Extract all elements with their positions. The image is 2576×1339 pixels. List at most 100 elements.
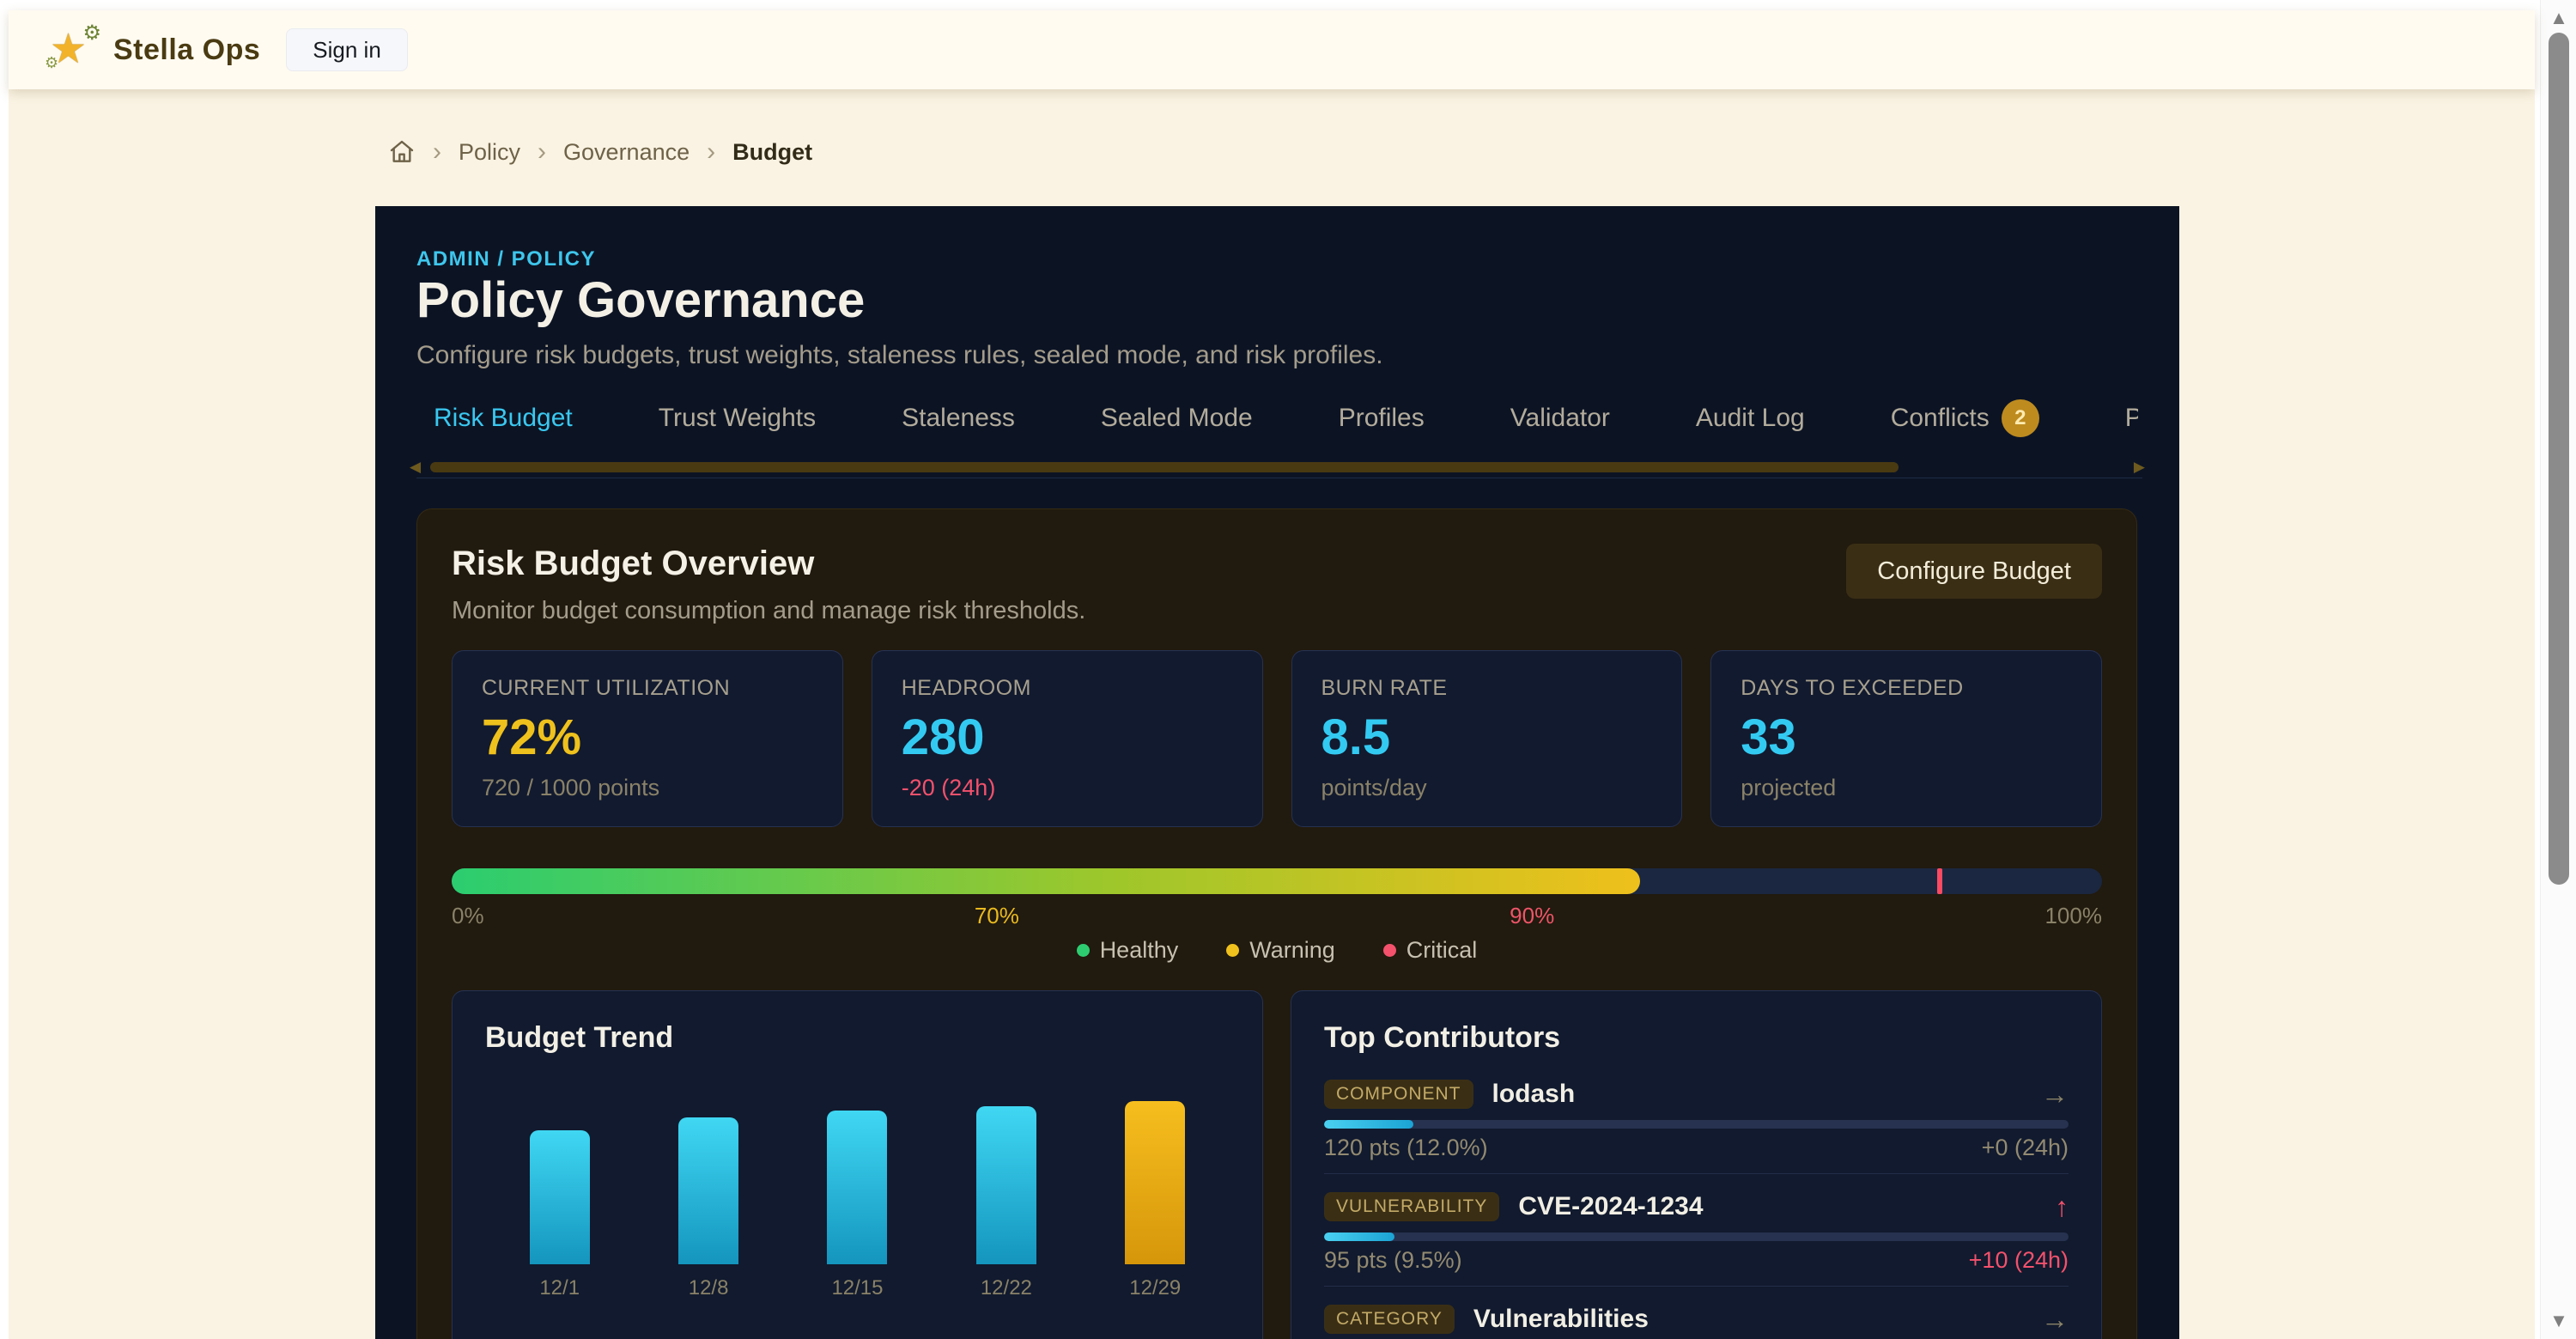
list-item-cve: VULNERABILITY CVE-2024-1234 ↑ 95 pts (9.… xyxy=(1324,1191,2069,1287)
gauge-tick-labels: 0% 70% 90% 100% xyxy=(452,903,2102,929)
legend-label: Warning xyxy=(1249,937,1335,964)
trend-bar xyxy=(530,1130,590,1264)
brand-logo[interactable]: ★ ⚙ ⚙ Stella Ops xyxy=(50,26,260,74)
contribution-bar-fill xyxy=(1324,1232,1394,1241)
stat-value: 8.5 xyxy=(1321,711,1653,764)
stat-sub: 720 / 1000 points xyxy=(482,773,813,802)
gauge-fill xyxy=(452,868,1640,894)
x-label: 12/1 xyxy=(521,1276,598,1300)
scroll-left-arrow-icon[interactable]: ◀ xyxy=(410,460,421,474)
tab-validator[interactable]: Validator xyxy=(1493,390,1627,447)
conflicts-count-badge: 2 xyxy=(2002,399,2039,437)
scrollbar-thumb[interactable] xyxy=(2549,33,2569,885)
stat-sub: -20 (24h) xyxy=(902,773,1233,802)
star-mascot-icon: ★ ⚙ ⚙ xyxy=(50,26,98,74)
tab-label: Audit Log xyxy=(1696,404,1805,433)
tab-sealed-mode[interactable]: Sealed Mode xyxy=(1084,390,1270,447)
breadcrumb-policy[interactable]: Policy xyxy=(459,139,520,166)
chevron-right-icon: › xyxy=(538,137,546,167)
stat-label: DAYS TO EXCEEDED xyxy=(1741,675,2072,701)
tab-profiles[interactable]: Profiles xyxy=(1321,390,1442,447)
scroll-down-arrow-icon[interactable]: ▼ xyxy=(2541,1310,2576,1332)
legend-label: Critical xyxy=(1406,937,1478,964)
stat-label: BURN RATE xyxy=(1321,675,1653,701)
trend-arrow-icon[interactable]: → xyxy=(2041,1304,2069,1336)
trend-bar xyxy=(1125,1101,1185,1264)
tab-conflicts[interactable]: Conflicts 2 xyxy=(1874,390,2057,447)
tab-label: Sealed Mode xyxy=(1101,404,1253,433)
home-icon[interactable] xyxy=(388,138,416,166)
stat-value: 33 xyxy=(1741,711,2072,764)
healthy-dot-icon xyxy=(1077,944,1090,957)
x-label: 12/15 xyxy=(818,1276,896,1300)
x-label: 12/29 xyxy=(1116,1276,1194,1300)
stat-value: 72% xyxy=(482,711,813,764)
contributor-name: CVE-2024-1234 xyxy=(1518,1192,1703,1221)
tab-bar: Risk Budget Trust Weights Staleness Seal… xyxy=(416,390,2138,447)
page-subtitle: Configure risk budgets, trust weights, s… xyxy=(416,340,1383,371)
breadcrumb: › Policy › Governance › Budget xyxy=(388,137,812,167)
top-bar: ★ ⚙ ⚙ Stella Ops Sign in xyxy=(9,10,2535,89)
tab-scrollbar: ◀ ▶ xyxy=(410,460,2145,474)
overview-columns: Budget Trend 12/1 12/8 12/15 1 xyxy=(452,990,2102,1339)
tab-label: Pl xyxy=(2125,404,2138,433)
tab-risk-budget[interactable]: Risk Budget xyxy=(416,390,590,447)
overview-subtitle: Monitor budget consumption and manage ri… xyxy=(452,597,1085,625)
scroll-right-arrow-icon[interactable]: ▶ xyxy=(2134,460,2145,474)
divider xyxy=(1324,1173,2069,1174)
list-item-vulnerabilities-category: CATEGORY Vulnerabilities → xyxy=(1324,1304,2069,1335)
app-surface: ★ ⚙ ⚙ Stella Ops Sign in › Policy › Gove… xyxy=(9,10,2535,1339)
tab-truncated[interactable]: Pl xyxy=(2108,390,2138,447)
legend-critical: Critical xyxy=(1383,937,1478,964)
scroll-up-arrow-icon[interactable]: ▲ xyxy=(2541,7,2576,29)
section-eyebrow: ADMIN / POLICY xyxy=(416,247,596,271)
contribution-bar xyxy=(1324,1232,2069,1241)
stat-label: HEADROOM xyxy=(902,675,1233,701)
budget-trend-card: Budget Trend 12/1 12/8 12/15 1 xyxy=(452,990,1263,1339)
stat-headroom: HEADROOM 280 -20 (24h) xyxy=(872,650,1263,827)
type-badge: VULNERABILITY xyxy=(1324,1192,1499,1221)
warning-dot-icon xyxy=(1226,944,1239,957)
stat-burn-rate: BURN RATE 8.5 points/day xyxy=(1291,650,1683,827)
stat-sub: projected xyxy=(1741,773,2072,802)
page-title: Policy Governance xyxy=(416,273,865,328)
contributor-name: lodash xyxy=(1492,1080,1576,1109)
type-badge: CATEGORY xyxy=(1324,1305,1455,1334)
tab-label: Profiles xyxy=(1339,404,1425,433)
contribution-bar-fill xyxy=(1324,1120,1413,1129)
contributor-row: COMPONENT lodash → xyxy=(1324,1079,2069,1110)
trend-bar-chart xyxy=(485,1101,1230,1264)
critical-threshold-marker xyxy=(1937,868,1942,894)
tick-100: 100% xyxy=(2044,903,2102,929)
gauge-legend: Healthy Warning Critical xyxy=(417,937,2136,964)
divider xyxy=(1324,1286,2069,1287)
policy-governance-panel: ADMIN / POLICY Policy Governance Configu… xyxy=(375,206,2179,1339)
stat-label: CURRENT UTILIZATION xyxy=(482,675,813,701)
breadcrumb-budget: Budget xyxy=(732,139,812,166)
breadcrumb-governance[interactable]: Governance xyxy=(563,139,690,166)
chevron-right-icon: › xyxy=(433,137,441,167)
configure-budget-button[interactable]: Configure Budget xyxy=(1846,544,2102,599)
trend-bar xyxy=(976,1106,1036,1264)
contributor-name: Vulnerabilities xyxy=(1473,1305,1649,1334)
chevron-right-icon: › xyxy=(707,137,715,167)
trend-arrow-icon[interactable]: → xyxy=(2041,1079,2069,1111)
contributor-stats-row: 95 pts (9.5%) +10 (24h) xyxy=(1324,1248,2069,1272)
gear-icon: ⚙ xyxy=(82,21,101,46)
x-label: 12/8 xyxy=(670,1276,747,1300)
trend-arrow-icon[interactable]: ↑ xyxy=(2055,1191,2069,1223)
tab-staleness[interactable]: Staleness xyxy=(884,390,1032,447)
stat-days-to-exceeded: DAYS TO EXCEEDED 33 projected xyxy=(1710,650,2102,827)
tick-90: 90% xyxy=(1510,903,1554,929)
legend-healthy: Healthy xyxy=(1077,937,1179,964)
utilization-gauge xyxy=(452,868,2102,894)
browser-scrollbar: ▲ ▼ xyxy=(2540,0,2576,1339)
tab-audit-log[interactable]: Audit Log xyxy=(1679,390,1822,447)
overview-header: Risk Budget Overview Monitor budget cons… xyxy=(452,544,2102,625)
tab-scrollbar-thumb[interactable] xyxy=(430,462,1899,472)
type-badge: COMPONENT xyxy=(1324,1080,1473,1109)
legend-label: Healthy xyxy=(1100,937,1179,964)
sign-in-button[interactable]: Sign in xyxy=(286,28,408,71)
tick-70: 70% xyxy=(975,903,1019,929)
tab-trust-weights[interactable]: Trust Weights xyxy=(641,390,833,447)
